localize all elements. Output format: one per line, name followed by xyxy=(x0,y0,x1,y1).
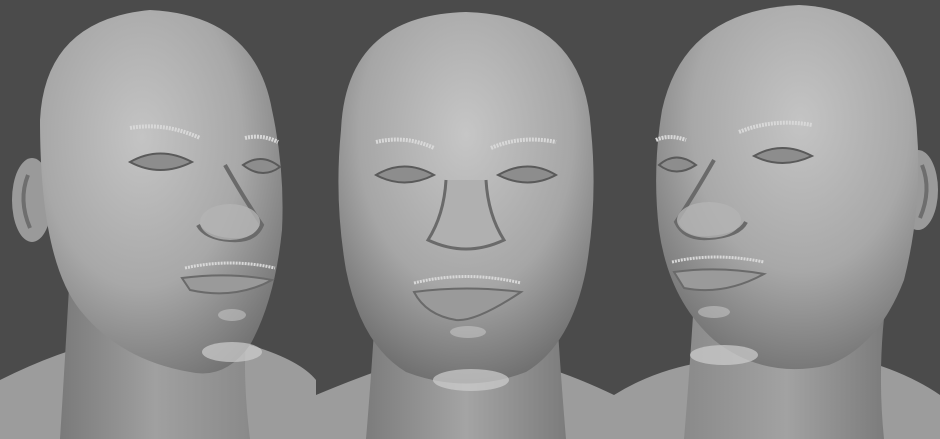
head-model-right xyxy=(614,5,940,439)
head-render-three-quarter-right xyxy=(614,0,940,439)
goatee xyxy=(698,306,730,318)
head-model-front xyxy=(316,12,614,439)
head xyxy=(656,5,919,370)
head-model-left xyxy=(0,10,316,439)
render-viewport xyxy=(0,0,940,439)
head-render-front xyxy=(316,0,614,439)
goatee xyxy=(450,326,486,338)
goatee xyxy=(202,342,262,362)
head-render-three-quarter-left xyxy=(0,0,316,439)
